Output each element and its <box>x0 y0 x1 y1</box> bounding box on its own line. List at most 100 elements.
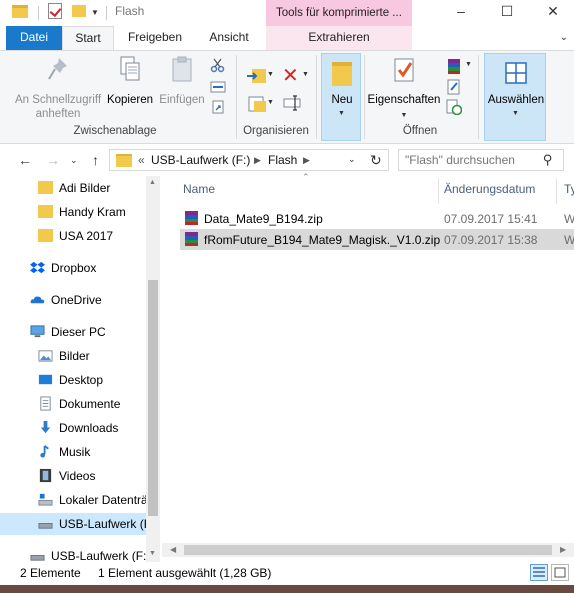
minimize-button[interactable]: – <box>440 0 482 24</box>
search-input[interactable] <box>405 153 535 167</box>
move-to-dropdown-icon[interactable]: ▼ <box>267 71 274 78</box>
tab-file[interactable]: Datei <box>6 26 62 50</box>
pin-label: An Schnellzugriff anheften <box>14 94 102 120</box>
nav-item-handy-kram[interactable]: Handy Kram <box>0 201 146 223</box>
copy-to-dropdown-icon[interactable]: ▼ <box>267 99 274 106</box>
tab-home[interactable]: Start <box>62 26 114 50</box>
refresh-icon[interactable]: ↻ <box>370 152 382 169</box>
folder-icon <box>38 229 53 242</box>
nav-label: Musik <box>59 445 91 459</box>
column-header-name[interactable]: Name <box>183 182 215 196</box>
expand-ribbon-icon[interactable]: ⌄ <box>560 32 568 43</box>
winrar-archive-icon <box>185 211 198 225</box>
open-dropdown-icon[interactable]: ▼ <box>465 61 472 68</box>
history-icon[interactable] <box>446 99 462 115</box>
column-separator[interactable] <box>556 178 557 204</box>
properties-button[interactable]: Eigenschaften ▼ <box>366 55 442 123</box>
paste-shortcut-icon[interactable] <box>210 99 226 115</box>
nav-item-usb-laufwerk[interactable]: USB-Laufwerk (F:) <box>0 545 146 562</box>
nav-item-videos[interactable]: Videos <box>0 465 146 487</box>
winrar-open-icon[interactable] <box>446 57 464 75</box>
nav-item-desktop[interactable]: Desktop <box>0 369 146 391</box>
delete-icon[interactable]: ✕ <box>282 63 299 88</box>
tab-share[interactable]: Freigeben <box>120 26 190 50</box>
column-separator[interactable] <box>438 178 439 204</box>
local-disk-icon <box>38 493 53 506</box>
nav-scrollbar-thumb[interactable] <box>148 280 158 516</box>
nav-scrollbar[interactable]: ▲ ▼ <box>146 176 160 562</box>
nav-item-usb-laufwerk-selected[interactable]: USB-Laufwerk (F <box>0 513 146 535</box>
overflow-chevron[interactable]: « <box>138 153 145 167</box>
move-to-icon[interactable] <box>246 65 268 87</box>
copy-path-icon[interactable] <box>210 79 226 95</box>
qat-dropdown-icon[interactable]: ▼ <box>91 8 99 17</box>
close-button[interactable]: ✕ <box>532 0 574 24</box>
delete-dropdown-icon[interactable]: ▼ <box>302 71 309 78</box>
group-separator <box>236 55 237 139</box>
select-dropdown-icon: ▼ <box>512 110 519 117</box>
onedrive-icon <box>30 296 45 304</box>
column-header-date[interactable]: Änderungsdatum <box>444 182 535 196</box>
new-button[interactable]: Neu ▼ <box>321 53 361 141</box>
search-box[interactable]: ⚲ <box>398 149 564 171</box>
paste-button[interactable]: Einfügen <box>156 55 208 107</box>
tab-extract[interactable]: Extrahieren <box>266 26 412 50</box>
address-dropdown-icon[interactable]: ⌄ <box>348 154 356 165</box>
large-icons-view-icon[interactable] <box>551 564 569 581</box>
back-arrow-icon[interactable]: ← <box>18 152 32 168</box>
file-name: fRomFuture_B194_Mate9_Magisk._V1.0.zip <box>204 233 441 247</box>
scissors-icon[interactable] <box>210 57 226 73</box>
nav-label: USA 2017 <box>59 229 114 243</box>
scroll-down-icon[interactable]: ▼ <box>149 550 156 557</box>
breadcrumb-separator-icon[interactable]: ▶ <box>303 155 310 166</box>
search-icon[interactable]: ⚲ <box>543 152 553 168</box>
select-button[interactable]: Auswählen ▼ <box>484 53 546 141</box>
nav-item-musik[interactable]: Musik <box>0 441 146 463</box>
breadcrumb-separator-icon[interactable]: ▶ <box>254 155 261 166</box>
desktop-icon <box>38 374 53 385</box>
file-row-selected[interactable]: fRomFuture_B194_Mate9_Magisk._V1.0.zip 0… <box>180 229 574 250</box>
nav-item-downloads[interactable]: Downloads <box>0 417 146 439</box>
file-list-horizontal-scrollbar[interactable]: ◀ ▶ <box>162 543 574 557</box>
pin-quick-access-button[interactable]: An Schnellzugriff anheften <box>8 55 108 121</box>
horizontal-scrollbar-thumb[interactable] <box>184 545 552 555</box>
new-folder-icon[interactable] <box>72 5 86 17</box>
nav-item-dieser-pc[interactable]: Dieser PC <box>0 321 146 343</box>
properties-check-icon[interactable] <box>48 3 62 19</box>
recent-dropdown-icon[interactable]: ⌄ <box>70 155 78 166</box>
forward-arrow-icon[interactable]: → <box>46 152 60 168</box>
address-bar[interactable]: « USB-Laufwerk (F:) ▶ Flash ▶ ⌄ ↻ <box>109 149 389 171</box>
pin-icon <box>48 58 67 80</box>
up-arrow-icon[interactable]: ↑ <box>92 152 99 168</box>
file-date: 07.09.2017 15:38 <box>444 233 538 247</box>
scroll-right-icon[interactable]: ▶ <box>560 545 566 554</box>
nav-item-adi-bilder[interactable]: Adi Bilder <box>0 177 146 199</box>
copy-to-icon[interactable] <box>246 93 268 115</box>
nav-item-dropbox[interactable]: Dropbox <box>0 257 146 279</box>
copy-button[interactable]: Kopieren <box>104 55 156 107</box>
nav-item-lokaler-datentraeger[interactable]: Lokaler Datenträ <box>0 489 146 511</box>
nav-item-dokumente[interactable]: Dokumente <box>0 393 146 415</box>
nav-item-usa-2017[interactable]: USA 2017 <box>0 225 146 247</box>
nav-label: Bilder <box>59 349 90 363</box>
nav-item-bilder[interactable]: Bilder <box>0 345 146 367</box>
column-header-type[interactable]: Ty <box>564 182 574 196</box>
nav-item-onedrive[interactable]: OneDrive <box>0 289 146 311</box>
scroll-left-icon[interactable]: ◀ <box>170 545 176 554</box>
scroll-up-icon[interactable]: ▲ <box>149 179 156 186</box>
status-item-count: 2 Elemente <box>20 566 81 580</box>
details-view-icon[interactable] <box>530 564 548 581</box>
breadcrumb-folder[interactable]: Flash <box>268 153 297 167</box>
file-row[interactable]: Data_Mate9_B194.zip 07.09.2017 15:41 W <box>180 208 574 229</box>
edit-icon[interactable] <box>446 79 462 95</box>
folder-icon <box>12 5 28 18</box>
nav-label: Downloads <box>59 421 119 435</box>
tab-view[interactable]: Ansicht <box>196 26 262 50</box>
nav-label: Dokumente <box>59 397 121 411</box>
rename-icon[interactable] <box>283 93 303 113</box>
explorer-window: ▼ Flash Tools für komprimierte ... – ☐ ✕… <box>0 0 574 585</box>
music-icon <box>40 445 49 458</box>
ribbon: An Schnellzugriff anheften Kopieren Einf… <box>0 50 574 144</box>
maximize-button[interactable]: ☐ <box>486 0 528 24</box>
breadcrumb-drive[interactable]: USB-Laufwerk (F:) <box>151 153 250 167</box>
